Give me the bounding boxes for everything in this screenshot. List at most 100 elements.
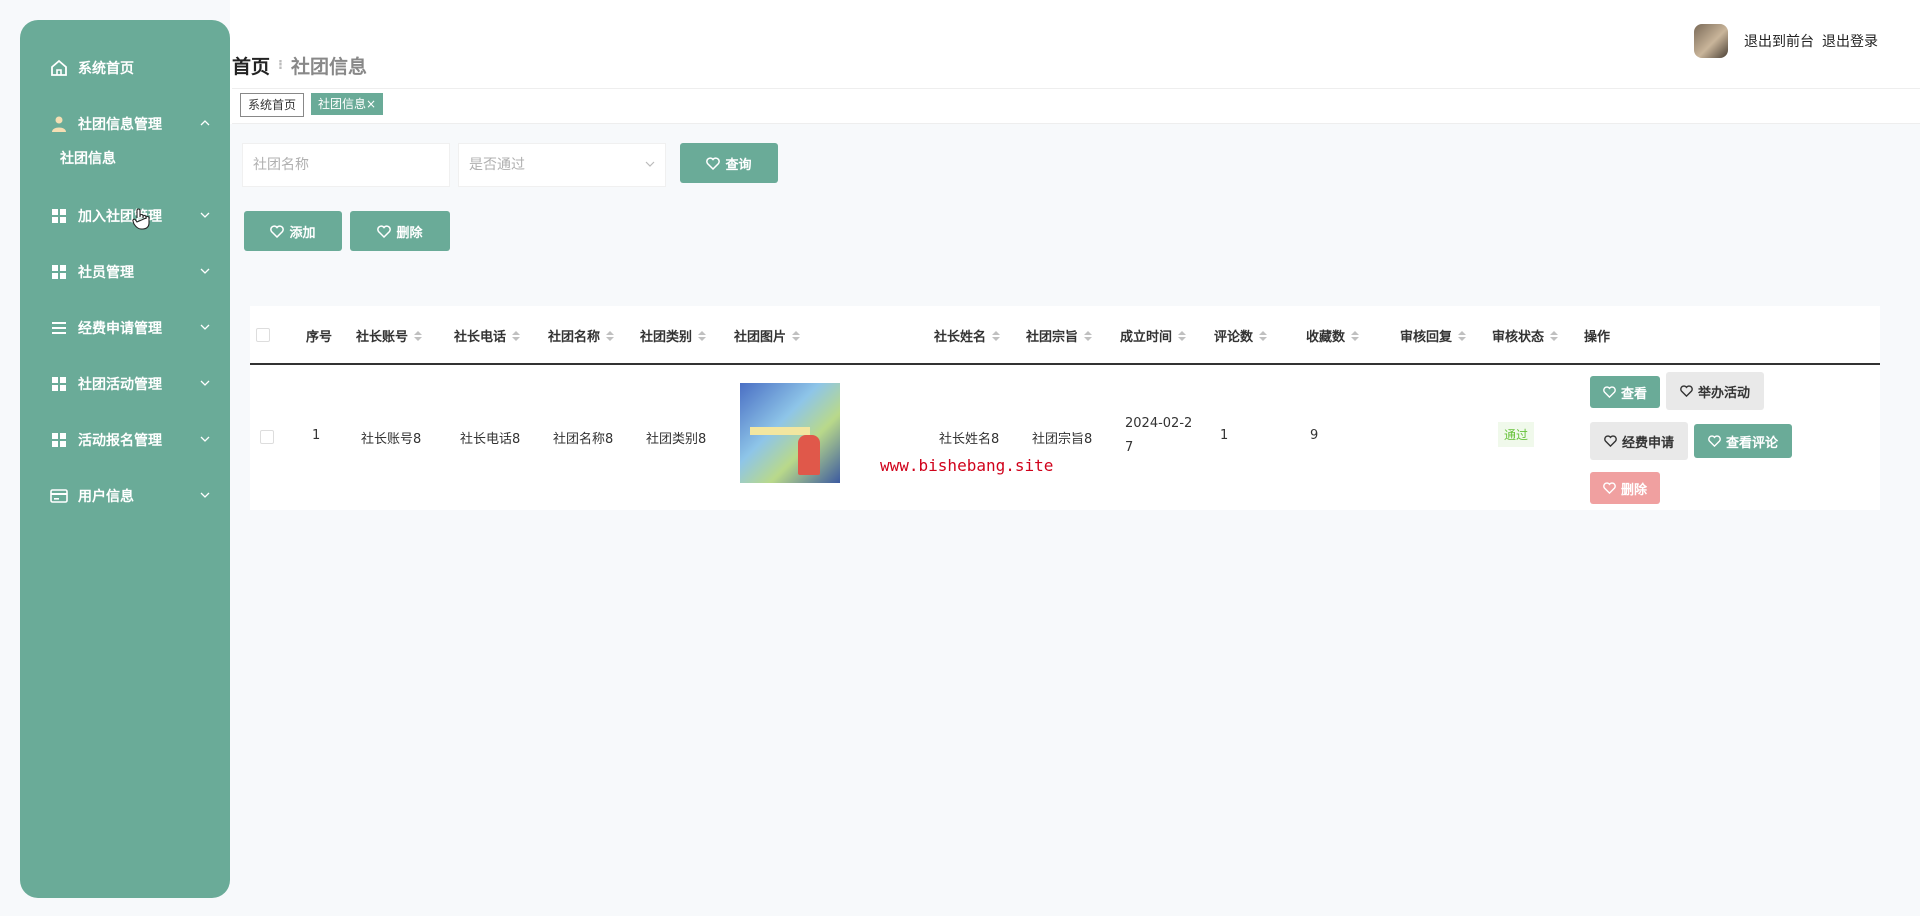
club-name-input[interactable]: 社团名称 bbox=[242, 143, 450, 187]
sidebar-item-club-info-management[interactable]: 社团信息管理 bbox=[20, 104, 230, 144]
column-header-phone[interactable]: 社长电话 bbox=[454, 326, 521, 345]
tag-club-info[interactable]: 社团信息× bbox=[311, 93, 384, 115]
column-header-leader[interactable]: 社长姓名 bbox=[934, 326, 1001, 345]
user-area: 退出到前台 退出登录 bbox=[1694, 24, 1878, 58]
view-button-label: 查看 bbox=[1620, 386, 1647, 402]
row-delete-button-label: 删除 bbox=[1620, 482, 1647, 498]
logout-link[interactable]: 退出登录 bbox=[1822, 31, 1878, 51]
grid-icon bbox=[50, 431, 68, 449]
image-figure bbox=[798, 435, 820, 475]
sort-icon bbox=[512, 330, 521, 341]
cell-phone: 社长电话8 bbox=[460, 432, 521, 447]
sort-icon bbox=[606, 330, 615, 341]
heart-icon bbox=[1603, 386, 1616, 398]
add-button[interactable]: 添加 bbox=[244, 211, 342, 251]
delete-button-label: 删除 bbox=[396, 225, 423, 241]
view-button[interactable]: 查看 bbox=[1590, 376, 1660, 408]
club-image[interactable] bbox=[740, 383, 840, 483]
sidebar-item-member-management[interactable]: 社员管理 bbox=[20, 252, 230, 292]
sidebar-item-signup-management[interactable]: 活动报名管理 bbox=[20, 420, 230, 460]
sort-icon bbox=[792, 330, 801, 341]
add-button-label: 添加 bbox=[289, 225, 316, 241]
cell-name: 社团名称8 bbox=[553, 432, 614, 447]
hold-activity-button[interactable]: 举办活动 bbox=[1666, 372, 1764, 410]
sort-icon bbox=[1351, 330, 1360, 341]
grid-icon bbox=[50, 375, 68, 393]
column-header-date[interactable]: 成立时间 bbox=[1120, 326, 1187, 345]
watermark: www.bishebang.site bbox=[880, 456, 1054, 475]
column-header-comments[interactable]: 评论数 bbox=[1214, 326, 1268, 345]
funding-apply-button-label: 经费申请 bbox=[1621, 435, 1674, 451]
column-header-index: 序号 bbox=[306, 330, 333, 345]
sidebar-item-activity-management[interactable]: 社团活动管理 bbox=[20, 364, 230, 404]
heart-icon bbox=[270, 224, 285, 238]
chevron-down-icon bbox=[200, 208, 210, 224]
sidebar-item-label: 经费申请管理 bbox=[78, 321, 162, 337]
chevron-up-icon bbox=[200, 116, 210, 132]
chevron-down-icon bbox=[200, 320, 210, 336]
sort-icon bbox=[1178, 330, 1187, 341]
sidebar-item-label: 活动报名管理 bbox=[78, 433, 162, 449]
column-header-purpose[interactable]: 社团宗旨 bbox=[1026, 326, 1093, 345]
heart-icon bbox=[377, 224, 392, 238]
sort-icon bbox=[414, 330, 423, 341]
cell-account: 社长账号8 bbox=[361, 432, 422, 447]
funding-apply-button[interactable]: 经费申请 bbox=[1590, 422, 1688, 460]
column-header-reply[interactable]: 审核回复 bbox=[1400, 326, 1467, 345]
delete-button[interactable]: 删除 bbox=[350, 211, 450, 251]
grid-icon bbox=[50, 207, 68, 225]
heart-icon bbox=[706, 156, 721, 170]
cell-favorites: 9 bbox=[1310, 428, 1319, 443]
tag-home[interactable]: 系统首页 bbox=[240, 93, 305, 117]
cell-index: 1 bbox=[312, 428, 321, 443]
list-icon bbox=[50, 319, 68, 337]
sidebar-item-join-club-management[interactable]: 加入社团管理 bbox=[20, 196, 230, 236]
avatar bbox=[1694, 24, 1728, 58]
status-select[interactable]: 是否通过 bbox=[458, 143, 666, 187]
column-header-favorites[interactable]: 收藏数 bbox=[1306, 326, 1360, 345]
sidebar-item-home[interactable]: 系统首页 bbox=[20, 48, 230, 88]
chevron-down-icon bbox=[645, 144, 655, 186]
heart-icon bbox=[1604, 435, 1617, 447]
heart-icon bbox=[1603, 482, 1616, 494]
query-button[interactable]: 查询 bbox=[680, 143, 778, 183]
home-icon bbox=[50, 59, 68, 77]
breadcrumb: 首页 ⁝ 社团信息 bbox=[232, 52, 367, 79]
sidebar-item-label: 社团信息管理 bbox=[78, 117, 162, 133]
sidebar-subitem-club-info[interactable]: 社团信息 bbox=[60, 148, 116, 168]
column-header-category[interactable]: 社团类别 bbox=[640, 326, 707, 345]
cell-category: 社团类别8 bbox=[646, 432, 707, 447]
column-header-account[interactable]: 社长账号 bbox=[356, 326, 423, 345]
table-header-divider bbox=[250, 363, 1880, 365]
cell-date-line2: 7 bbox=[1125, 440, 1134, 455]
chevron-down-icon bbox=[200, 488, 210, 504]
view-comments-button[interactable]: 查看评论 bbox=[1694, 424, 1792, 458]
heart-icon bbox=[1680, 385, 1693, 397]
cell-leader: 社长姓名8 bbox=[939, 432, 1000, 447]
sidebar-item-funding-management[interactable]: 经费申请管理 bbox=[20, 308, 230, 348]
card-icon bbox=[50, 487, 68, 505]
cell-comments: 1 bbox=[1220, 428, 1229, 443]
column-header-name[interactable]: 社团名称 bbox=[548, 326, 615, 345]
sidebar-item-user-info[interactable]: 用户信息 bbox=[20, 476, 230, 516]
breadcrumb-home[interactable]: 首页 bbox=[232, 52, 270, 79]
sidebar-item-label: 用户信息 bbox=[78, 489, 134, 505]
sidebar-item-label: 社团活动管理 bbox=[78, 377, 162, 393]
chevron-down-icon bbox=[200, 264, 210, 280]
row-delete-button[interactable]: 删除 bbox=[1590, 472, 1660, 504]
row-checkbox[interactable] bbox=[260, 430, 274, 444]
column-header-image[interactable]: 社团图片 bbox=[734, 326, 801, 345]
exit-to-frontend-link[interactable]: 退出到前台 bbox=[1744, 31, 1814, 51]
image-text-band bbox=[750, 427, 810, 435]
select-all-checkbox[interactable] bbox=[256, 328, 270, 342]
sort-icon bbox=[1458, 330, 1467, 341]
breadcrumb-current: 社团信息 bbox=[290, 56, 367, 78]
cell-date-line1: 2024-02-2 bbox=[1125, 416, 1193, 431]
chevron-down-icon bbox=[200, 376, 210, 392]
grid-icon bbox=[50, 263, 68, 281]
cell-purpose: 社团宗旨8 bbox=[1032, 432, 1093, 447]
breadcrumb-separator-icon: ⁝ bbox=[278, 58, 283, 73]
chevron-down-icon bbox=[200, 432, 210, 448]
view-comments-button-label: 查看评论 bbox=[1725, 435, 1778, 451]
column-header-status[interactable]: 审核状态 bbox=[1492, 326, 1559, 345]
